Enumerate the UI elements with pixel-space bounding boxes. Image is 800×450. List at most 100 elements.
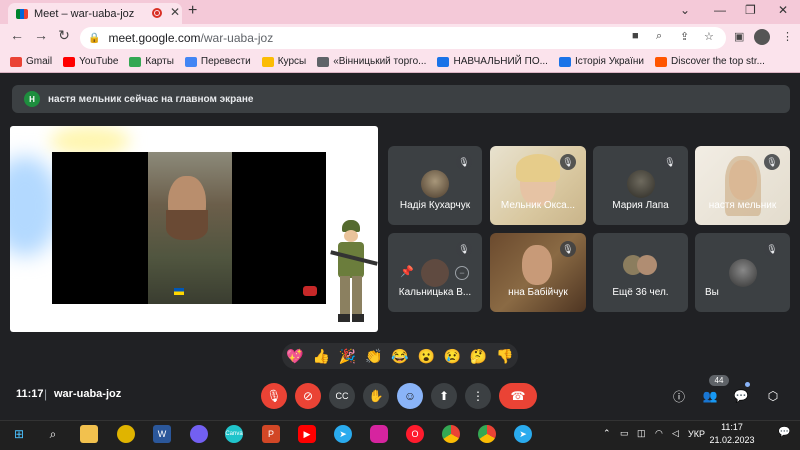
participant-tile[interactable]: 🎙 нна Бабійчук	[490, 233, 586, 312]
word-icon[interactable]: W	[153, 425, 171, 443]
avatar	[637, 255, 657, 275]
zoom-icon[interactable]: ⌕	[656, 30, 662, 43]
youtube-icon[interactable]: ▶	[298, 425, 316, 443]
bookmark-label: Історія України	[574, 56, 645, 67]
share-icon[interactable]: ⇪	[680, 30, 689, 43]
bookmark-item[interactable]: Перевести	[184, 56, 251, 67]
powerpoint-icon[interactable]: P	[262, 425, 280, 443]
meeting-time: 11:17	[16, 388, 44, 400]
recording-icon	[152, 8, 162, 18]
reaction-thinking[interactable]: 🤔	[470, 348, 487, 365]
telegram-icon[interactable]: ➤	[514, 425, 532, 443]
camera-icon[interactable]: ■	[632, 30, 639, 42]
bookmark-item[interactable]: YouTube	[63, 56, 118, 67]
reaction-sad[interactable]: 😢	[444, 348, 461, 365]
address-bar[interactable]: 🔒 meet.google.com/war-uaba-joz	[80, 27, 726, 49]
captions-button[interactable]: CC	[329, 383, 355, 409]
participant-tile[interactable]: 🎙 Мельник Окса...	[490, 146, 586, 225]
browser-tab[interactable]: Meet – war-uaba-joz ✕	[8, 3, 182, 24]
tray-chevron-icon[interactable]: ⌃	[603, 428, 611, 439]
soldier-photo	[148, 152, 232, 304]
camera-toggle-button[interactable]: ⊘	[295, 383, 321, 409]
reaction-thumbs-up[interactable]: 👍	[313, 348, 330, 365]
avatar	[421, 170, 449, 198]
reaction-thumbs-down[interactable]: 👎	[496, 348, 513, 365]
participant-tile[interactable]: 🎙 Надія Кухарчук	[388, 146, 482, 225]
chat-button[interactable]: 💬	[728, 383, 754, 409]
main-stage[interactable]	[10, 126, 378, 332]
canva-icon[interactable]: Canva	[225, 425, 243, 443]
wifi-icon[interactable]: ◠	[655, 428, 663, 439]
people-button[interactable]: 👥	[697, 383, 723, 409]
mic-off-icon: 🎙	[560, 241, 576, 257]
reload-icon[interactable]: ↻	[55, 27, 73, 44]
bookmark-item[interactable]: Discover the top str...	[655, 56, 765, 67]
instagram-icon[interactable]	[370, 425, 388, 443]
bookmark-label: YouTube	[79, 56, 119, 67]
sidebar-icon[interactable]: ▣	[734, 30, 744, 43]
volume-icon[interactable]: ◁	[672, 428, 679, 439]
reaction-laugh[interactable]: 😂	[391, 348, 408, 365]
participant-tile[interactable]: 🎙 настя мельник	[695, 146, 790, 225]
reaction-heart[interactable]: 💖	[286, 348, 303, 365]
mic-off-icon: 🎙	[764, 241, 780, 257]
back-icon[interactable]: ←	[8, 27, 26, 43]
network-icon[interactable]: ◫	[637, 428, 646, 439]
battery-icon[interactable]: ▭	[620, 428, 629, 439]
raise-hand-button[interactable]: ✋	[363, 383, 389, 409]
mic-toggle-button[interactable]: 🎙	[261, 383, 287, 409]
bookmark-item[interactable]: Курсы	[261, 56, 306, 67]
present-button[interactable]: ⬆	[431, 383, 457, 409]
chevron-down-icon[interactable]: ⌄	[680, 3, 690, 17]
restore-icon[interactable]: ❐	[745, 3, 756, 17]
bookmark-item[interactable]: НАВЧАЛЬНИЙ ПО...	[437, 56, 548, 67]
search-icon[interactable]: ⌕	[44, 425, 62, 443]
windows-start-icon[interactable]: ⊞	[10, 425, 28, 443]
notification-dot	[745, 382, 750, 387]
presentation-banner: Н настя мельник сейчас на главном экране	[12, 85, 790, 113]
video-black-right	[232, 152, 326, 304]
remove-icon[interactable]: −	[455, 266, 469, 280]
bookmark-icon	[558, 56, 571, 67]
separator: |	[44, 387, 48, 401]
notifications-icon[interactable]: 💬	[778, 427, 790, 438]
bookmark-item[interactable]: Історія України	[558, 56, 645, 67]
info-button[interactable]: ⓘ	[666, 383, 692, 409]
new-tab-button[interactable]: +	[188, 2, 197, 20]
minimize-icon[interactable]: —	[714, 3, 726, 17]
opera-icon[interactable]: O	[406, 425, 424, 443]
chrome-icon[interactable]	[478, 425, 496, 443]
participant-tile[interactable]: 📌 − 🎙 Кальницька В...	[388, 233, 482, 312]
present-icon: ⬆	[438, 389, 450, 403]
bookmark-star-icon[interactable]: ☆	[704, 30, 714, 43]
bookmark-item[interactable]: «Вінницький торго...	[317, 56, 426, 67]
bookmark-label: Карты	[145, 56, 174, 67]
bookmark-item[interactable]: Gmail	[10, 56, 52, 67]
emoji-button[interactable]: ☺	[397, 383, 423, 409]
menu-icon[interactable]: ⋮	[782, 30, 793, 43]
app-icon[interactable]	[117, 425, 135, 443]
leave-call-button[interactable]: ☎	[499, 383, 537, 409]
reaction-party[interactable]: 🎉	[339, 348, 356, 365]
profile-avatar[interactable]	[754, 29, 770, 45]
chrome-icon[interactable]	[442, 425, 460, 443]
bookmark-icon	[129, 56, 142, 67]
pin-icon[interactable]: 📌	[400, 265, 414, 278]
file-explorer-icon[interactable]	[80, 425, 98, 443]
reaction-surprised[interactable]: 😮	[417, 348, 434, 365]
forward-icon[interactable]: →	[32, 27, 50, 43]
meeting-code: war-uaba-joz	[54, 388, 122, 400]
more-options-button[interactable]: ⋮	[465, 383, 491, 409]
system-clock[interactable]: 11:17 21.02.2023	[702, 421, 762, 447]
participant-tile[interactable]: 🎙 Вы	[695, 233, 790, 312]
close-tab-icon[interactable]: ✕	[170, 5, 180, 19]
close-window-icon[interactable]: ✕	[778, 3, 788, 17]
telegram-icon[interactable]: ➤	[334, 425, 352, 443]
viber-icon[interactable]	[190, 425, 208, 443]
reaction-clap[interactable]: 👏	[365, 348, 382, 365]
people-icon: 👥	[702, 389, 718, 403]
bookmark-item[interactable]: Карты	[129, 56, 174, 67]
activities-button[interactable]: ⬡	[760, 383, 786, 409]
participant-tile[interactable]: Ещё 36 чел.	[593, 233, 688, 312]
participant-tile[interactable]: 🎙 Мария Лапа	[593, 146, 688, 225]
